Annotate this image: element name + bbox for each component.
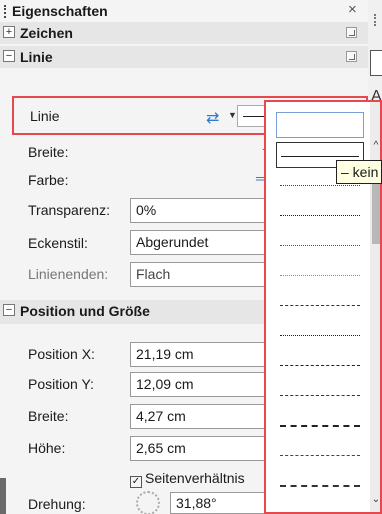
window-edge	[0, 478, 6, 514]
line-style-option-dashed-fine[interactable]	[276, 322, 364, 348]
section-linie[interactable]: − Linie	[0, 46, 368, 68]
properties-tab-icon[interactable]	[370, 50, 382, 76]
line-style-option-dashed-xl[interactable]	[276, 472, 364, 498]
grip-icon[interactable]	[4, 5, 7, 18]
scroll-up-icon[interactable]: ^	[370, 140, 380, 152]
collapse-icon[interactable]: −	[3, 50, 15, 62]
section-position-label: Position und Größe	[20, 303, 150, 319]
chevron-down-icon[interactable]: ▼	[228, 110, 237, 120]
position-x-input[interactable]: 21,19 cm	[130, 342, 266, 367]
position-y-input[interactable]: 12,09 cm	[130, 372, 266, 397]
expand-icon[interactable]: +	[3, 26, 15, 38]
line-sample	[280, 215, 360, 216]
line-sample	[280, 425, 360, 427]
line-style-option-dashed-long[interactable]	[276, 412, 364, 438]
line-style-option-none[interactable]	[276, 112, 364, 138]
line-sample	[280, 395, 360, 396]
transparency-input[interactable]: 0%	[130, 198, 266, 223]
section-zeichen[interactable]: + Zeichen	[0, 22, 368, 44]
more-options-icon[interactable]	[346, 51, 357, 62]
keep-ratio-label: Seitenverhältnis	[145, 470, 245, 486]
line-sample	[280, 275, 360, 276]
corner-style-select[interactable]: Abgerundet	[130, 230, 266, 255]
line-sample	[280, 245, 360, 246]
section-zeichen-label: Zeichen	[20, 25, 73, 41]
panel-titlebar: Eigenschaften ×	[0, 0, 368, 22]
width-label: Breite:	[28, 408, 69, 424]
corner-style-label: Eckenstil:	[28, 235, 88, 251]
line-sample	[280, 365, 360, 366]
line-style-option-dashed-wide[interactable]	[276, 442, 364, 468]
line-style-option-dashed-short[interactable]	[276, 352, 364, 378]
tooltip: – kein –	[336, 160, 382, 184]
width-input[interactable]: 4,27 cm	[130, 404, 266, 429]
keep-ratio-checkbox[interactable]: ✓ Seitenverhältnis	[130, 470, 245, 488]
rotation-label: Drehung:	[28, 496, 86, 512]
line-width-label: Breite:	[28, 144, 69, 160]
line-sample	[280, 185, 360, 186]
collapse-icon[interactable]: −	[3, 304, 15, 316]
line-ends-select[interactable]: Flach	[130, 262, 266, 287]
height-label: Höhe:	[28, 440, 66, 456]
line-style-label: Linie	[30, 108, 60, 124]
scroll-down-icon[interactable]: ⌄	[370, 494, 380, 506]
panel-title: Eigenschaften	[12, 3, 108, 19]
line-ends-label: Linienenden:	[28, 266, 109, 282]
more-options-icon[interactable]	[346, 27, 357, 38]
checkbox-check-icon: ✓	[130, 476, 142, 488]
line-color-label: Farbe:	[28, 172, 69, 188]
position-y-label: Position Y:	[28, 376, 94, 392]
close-icon[interactable]: ×	[348, 1, 357, 18]
rotation-input[interactable]: 31,88°	[170, 492, 266, 514]
position-x-label: Position X:	[28, 346, 95, 362]
line-style-option-dotted-sparse[interactable]	[276, 262, 364, 288]
line-style-option-dashed[interactable]	[276, 382, 364, 408]
line-sample	[280, 335, 360, 336]
rotation-dial[interactable]	[136, 491, 160, 514]
line-sample	[280, 305, 360, 306]
line-style-option-dotted-wide[interactable]	[276, 232, 364, 258]
line-sample	[280, 455, 360, 456]
line-sample	[280, 485, 360, 487]
height-input[interactable]: 2,65 cm	[130, 436, 266, 461]
swap-arrows-icon[interactable]: ⇄	[206, 108, 219, 128]
transparency-label: Transparenz:	[28, 202, 110, 218]
grip-icon[interactable]	[374, 14, 376, 26]
scroll-thumb[interactable]	[372, 180, 380, 244]
line-sample	[281, 156, 359, 157]
line-style-option-dotted[interactable]	[276, 202, 364, 228]
section-linie-label: Linie	[20, 49, 53, 65]
line-style-option-dot-dash-fine[interactable]	[276, 292, 364, 318]
